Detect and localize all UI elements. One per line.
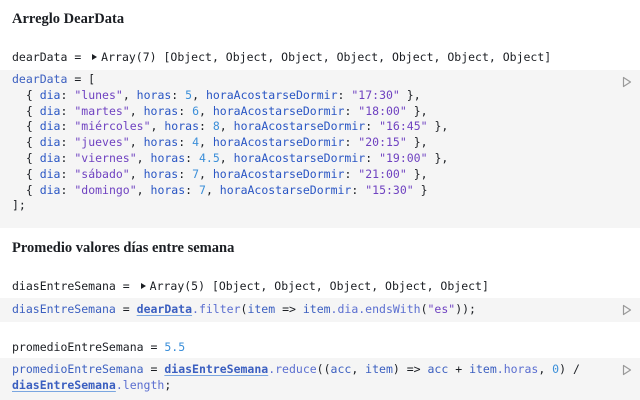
cell-output-dearData: dearData = Array(7) [Object, Object, Obj… [12, 50, 551, 64]
output-summary[interactable]: Array(5) [Object, Object, Object, Object… [150, 279, 489, 293]
code-row: { dia: "martes", horas: 6, horaAcostarse… [12, 103, 428, 118]
code-var: dearData [12, 72, 68, 86]
code-close: ]; [12, 198, 26, 213]
cell-reference[interactable]: diasEntreSemana [12, 378, 116, 392]
play-icon[interactable] [622, 304, 632, 316]
cell-reference[interactable]: diasEntreSemana [164, 362, 268, 376]
code-line[interactable]: promedioEntreSemana = diasEntreSemana.re… [12, 362, 580, 394]
caret-right-icon[interactable] [140, 283, 146, 289]
code-row: { dia: "sábado", horas: 7, horaAcostarse… [12, 166, 428, 181]
play-icon[interactable] [622, 364, 632, 376]
output-var: promedioEntreSemana [12, 340, 144, 354]
code-row: { dia: "viernes", horas: 4.5, horaAcosta… [12, 150, 449, 165]
output-var: diasEntreSemana [12, 279, 116, 293]
cell-output-diasEntreSemana: diasEntreSemana = Array(5) [Object, Obje… [12, 279, 489, 293]
play-icon[interactable] [622, 76, 632, 88]
code-cell-dearData[interactable]: dearData = [ { dia: "lunes", horas: 5, h… [0, 70, 640, 228]
output-eq: = [115, 279, 137, 293]
code-row: { dia: "domingo", horas: 7, horaAcostars… [12, 182, 428, 197]
code-block[interactable]: dearData = [ { dia: "lunes", horas: 5, h… [12, 72, 448, 214]
output-eq: = [143, 340, 165, 354]
output-value: 5.5 [164, 340, 186, 354]
cell-output-promedioEntreSemana: promedioEntreSemana = 5.5 [12, 340, 185, 354]
code-row: { dia: "lunes", horas: 5, horaAcostarseD… [12, 87, 421, 102]
code-row: { dia: "jueves", horas: 4, horaAcostarse… [12, 135, 428, 150]
output-eq: = [67, 50, 89, 64]
caret-right-icon[interactable] [92, 54, 98, 60]
output-var: dearData [12, 50, 68, 64]
output-summary[interactable]: Array(7) [Object, Object, Object, Object… [101, 50, 551, 64]
code-row: { dia: "miércoles", horas: 8, horaAcosta… [12, 119, 449, 134]
code-open: = [ [67, 72, 96, 86]
section-title-arreglo: Arreglo DearData [12, 11, 125, 27]
code-cell-diasEntreSemana[interactable]: diasEntreSemana = dearData.filter(item =… [0, 298, 640, 322]
code-cell-promedioEntreSemana[interactable]: promedioEntreSemana = diasEntreSemana.re… [0, 358, 640, 400]
section-title-promedio: Promedio valores días entre semana [12, 240, 235, 256]
cell-reference[interactable]: dearData [137, 302, 192, 316]
code-line[interactable]: diasEntreSemana = dearData.filter(item =… [12, 302, 476, 318]
